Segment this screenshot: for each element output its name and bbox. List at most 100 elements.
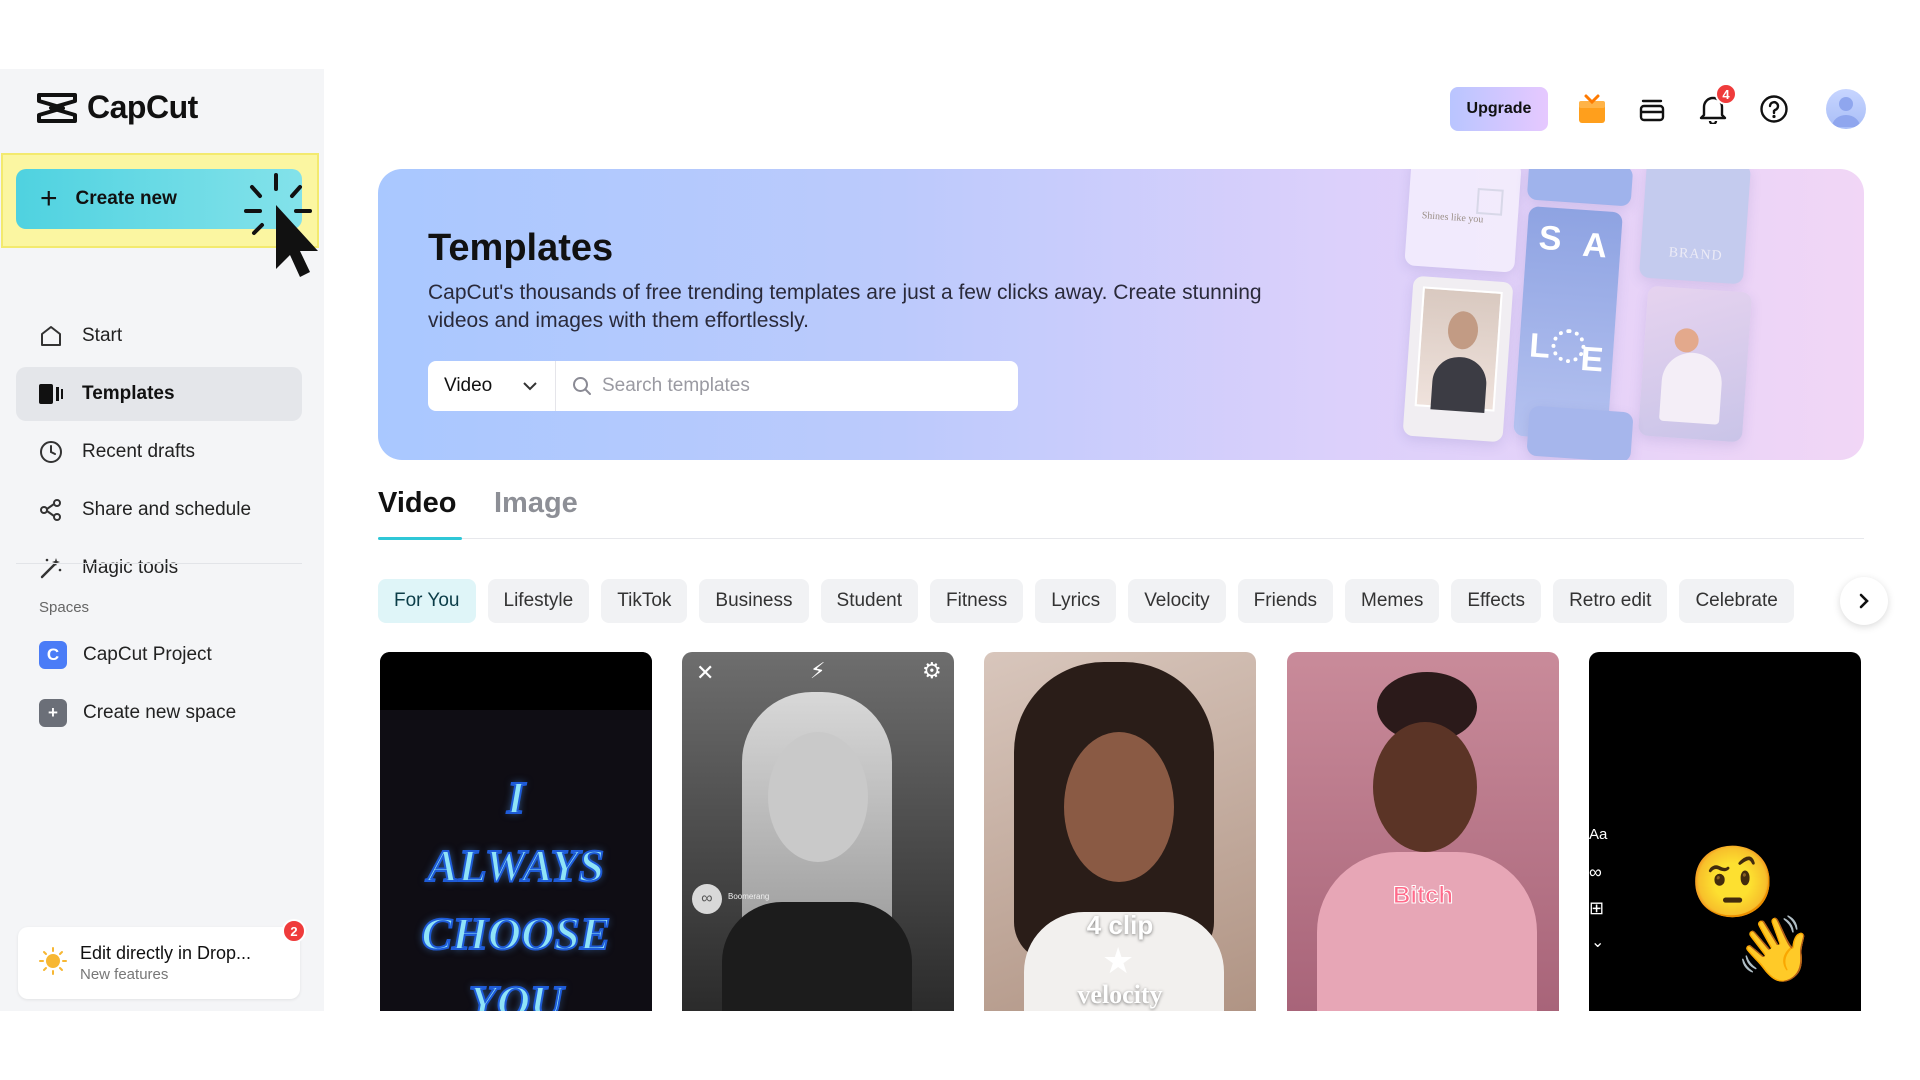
chip-lyrics[interactable]: Lyrics	[1035, 579, 1117, 623]
layers-icon[interactable]	[1632, 89, 1672, 129]
sidebar-nav: Start Templates Recent drafts Share and …	[16, 309, 302, 599]
boomerang-icon: ∞	[692, 884, 722, 914]
tab-label: Video	[378, 487, 457, 519]
mockup-dress	[1658, 350, 1724, 425]
chip-lifestyle[interactable]: Lifestyle	[487, 579, 590, 623]
chip-celebrate[interactable]: Celebrate	[1679, 579, 1794, 623]
template-search-bar: Video	[428, 361, 1018, 411]
space-capcut-project[interactable]: C CapCut Project	[39, 641, 212, 669]
chip-for-you[interactable]: For You	[378, 579, 476, 623]
template-card[interactable]: Bitch	[1287, 652, 1559, 1011]
template-card[interactable]: I ALWAYS CHOOSE YOU	[380, 652, 652, 1011]
card-photo-body	[1317, 852, 1537, 1011]
sidebar-item-recent-drafts[interactable]: Recent drafts	[16, 425, 302, 479]
sidebar-item-label: Templates	[82, 383, 175, 404]
template-mockup	[1526, 405, 1634, 460]
mockup-text: Shines like you	[1421, 210, 1484, 226]
chips-next-button[interactable]	[1840, 577, 1888, 625]
chip-retro-edit[interactable]: Retro edit	[1553, 579, 1668, 623]
template-card[interactable]: ✕ ⚡ ⚙ ∞ Boomerang	[682, 652, 954, 1011]
search-field	[556, 361, 1018, 411]
gift-icon[interactable]	[1572, 89, 1612, 129]
promo-subtitle: New features	[80, 966, 169, 983]
layout-icon[interactable]: ⊞	[1589, 898, 1604, 919]
mockup-face	[1673, 327, 1700, 354]
sidebar-item-start[interactable]: Start	[16, 309, 302, 363]
templates-banner: Templates CapCut's thousands of free tre…	[378, 169, 1864, 460]
mockup-text: BRAND	[1668, 245, 1724, 264]
lyric-line: YOU	[468, 975, 565, 1011]
card-photo-face	[768, 732, 868, 862]
tab-video[interactable]: Video	[378, 487, 456, 520]
template-card[interactable]: 4 clip ★ velocity	[984, 652, 1256, 1011]
spaces-heading: Spaces	[39, 599, 90, 616]
sidebar-item-magic-tools[interactable]: Magic tools	[16, 541, 302, 595]
chip-student[interactable]: Student	[820, 579, 919, 623]
plus-icon: +	[39, 699, 67, 727]
home-icon	[38, 323, 64, 349]
boomerang-label: Boomerang	[728, 892, 770, 901]
card-photo-body	[722, 902, 912, 1011]
avatar[interactable]	[1826, 89, 1866, 129]
help-icon[interactable]	[1754, 89, 1794, 129]
sidebar-item-share-schedule[interactable]: Share and schedule	[16, 483, 302, 537]
search-icon	[573, 377, 591, 395]
media-type-value: Video	[444, 375, 493, 396]
space-badge: C	[39, 641, 67, 669]
mockup-text: A	[1581, 225, 1609, 266]
click-cursor-icon	[244, 173, 318, 277]
space-label: Create new space	[83, 702, 237, 723]
text-tool-icon[interactable]: Aa	[1589, 826, 1607, 843]
portrait-photo	[1414, 286, 1503, 413]
promo-badge: 2	[282, 919, 306, 943]
sidebar-item-label: Share and schedule	[82, 499, 252, 520]
bell-icon[interactable]: 4	[1693, 83, 1737, 129]
sidebar-item-label: Magic tools	[82, 557, 179, 578]
template-mockup	[1637, 285, 1753, 443]
close-icon[interactable]: ✕	[696, 660, 714, 686]
create-new-space-button[interactable]: + Create new space	[39, 699, 236, 727]
mockup-frame	[1476, 187, 1504, 216]
media-type-select[interactable]: Video	[428, 361, 556, 411]
chip-tiktok[interactable]: TikTok	[601, 579, 688, 623]
card-overlay-text: velocity	[1077, 980, 1163, 1009]
card-overlay-text: Bitch	[1393, 882, 1454, 910]
promo-title: Edit directly in Drop...	[80, 943, 252, 963]
magic-wand-icon	[38, 555, 64, 581]
tab-image[interactable]: Image	[494, 487, 578, 520]
card-overlay-text: 4 clip	[1086, 910, 1154, 940]
card-topbar	[380, 652, 652, 710]
chip-effects[interactable]: Effects	[1451, 579, 1542, 623]
flash-off-icon[interactable]: ⚡	[810, 658, 825, 684]
capcut-app: CapCut + Create new Start Templates Rece…	[0, 69, 1920, 1011]
mockup-text: L	[1528, 326, 1552, 366]
chip-business[interactable]: Business	[699, 579, 809, 623]
dropbox-promo-card[interactable]: Edit directly in Drop... New features 2	[18, 919, 306, 999]
share-icon	[38, 497, 64, 523]
chip-friends[interactable]: Friends	[1237, 579, 1334, 623]
notification-badge: 4	[1715, 83, 1737, 105]
chevron-down-icon[interactable]: ⌄	[1591, 932, 1604, 952]
lyric-line: ALWAYS	[427, 839, 605, 892]
plus-icon: +	[40, 182, 58, 215]
boomerang-icon[interactable]: ∞	[1589, 862, 1602, 883]
star-icon: ★	[1102, 940, 1135, 981]
chip-memes[interactable]: Memes	[1345, 579, 1440, 623]
sidebar-divider	[16, 563, 302, 564]
sidebar-item-templates[interactable]: Templates	[16, 367, 302, 421]
capcut-logo[interactable]: CapCut	[37, 89, 198, 126]
page-title: Templates	[428, 227, 614, 269]
content-tabs: Video Image	[378, 487, 1864, 540]
card-lyrics-text: I ALWAYS CHOOSE YOU	[380, 764, 652, 1011]
chip-fitness[interactable]: Fitness	[930, 579, 1024, 623]
template-card[interactable]: Aa ∞ ⊞ ⌄ 🤨 👋	[1589, 652, 1861, 1011]
upgrade-button[interactable]: Upgrade	[1450, 87, 1548, 131]
sidebar-item-label: Recent drafts	[82, 441, 195, 462]
user-icon	[1832, 97, 1860, 127]
templates-icon	[38, 381, 64, 407]
search-input[interactable]	[602, 375, 982, 397]
card-photo-face	[1064, 732, 1174, 882]
chip-velocity[interactable]: Velocity	[1128, 579, 1226, 623]
template-mockup	[1402, 275, 1514, 443]
settings-icon[interactable]: ⚙	[922, 658, 942, 684]
